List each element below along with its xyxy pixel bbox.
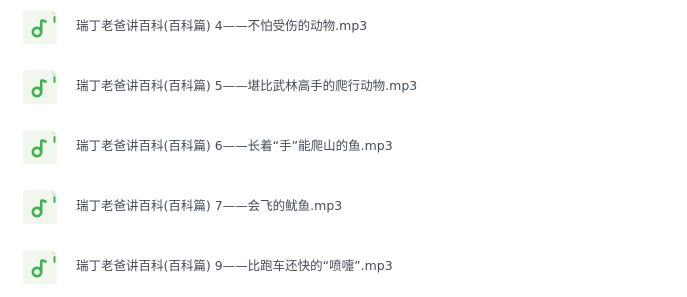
music-file-icon	[23, 70, 57, 104]
file-row[interactable]: 瑞丁老爸讲百科(百科篇) 6——长着“手”能爬山的鱼.mp3	[0, 117, 687, 177]
file-name[interactable]: 瑞丁老爸讲百科(百科篇) 7——会飞的鱿鱼.mp3	[76, 198, 342, 214]
file-row[interactable]: 瑞丁老爸讲百科(百科篇) 4——不怕受伤的动物.mp3	[0, 0, 687, 57]
file-list: 瑞丁老爸讲百科(百科篇) 4——不怕受伤的动物.mp3 瑞丁老爸讲百科(百科篇)…	[0, 0, 687, 295]
music-file-icon	[23, 130, 57, 164]
file-name[interactable]: 瑞丁老爸讲百科(百科篇) 6——长着“手”能爬山的鱼.mp3	[76, 138, 393, 154]
file-row[interactable]: 瑞丁老爸讲百科(百科篇) 9——比跑车还快的“喷嚏”.mp3	[0, 237, 687, 297]
music-file-icon	[23, 250, 57, 284]
file-name[interactable]: 瑞丁老爸讲百科(百科篇) 9——比跑车还快的“喷嚏”.mp3	[76, 258, 393, 274]
music-file-icon	[23, 10, 57, 44]
file-row[interactable]: 瑞丁老爸讲百科(百科篇) 5——堪比武林高手的爬行动物.mp3	[0, 57, 687, 117]
file-name[interactable]: 瑞丁老爸讲百科(百科篇) 5——堪比武林高手的爬行动物.mp3	[76, 78, 417, 94]
file-row[interactable]: 瑞丁老爸讲百科(百科篇) 7——会飞的鱿鱼.mp3	[0, 177, 687, 237]
music-file-icon	[23, 190, 57, 224]
file-name[interactable]: 瑞丁老爸讲百科(百科篇) 4——不怕受伤的动物.mp3	[76, 18, 367, 34]
